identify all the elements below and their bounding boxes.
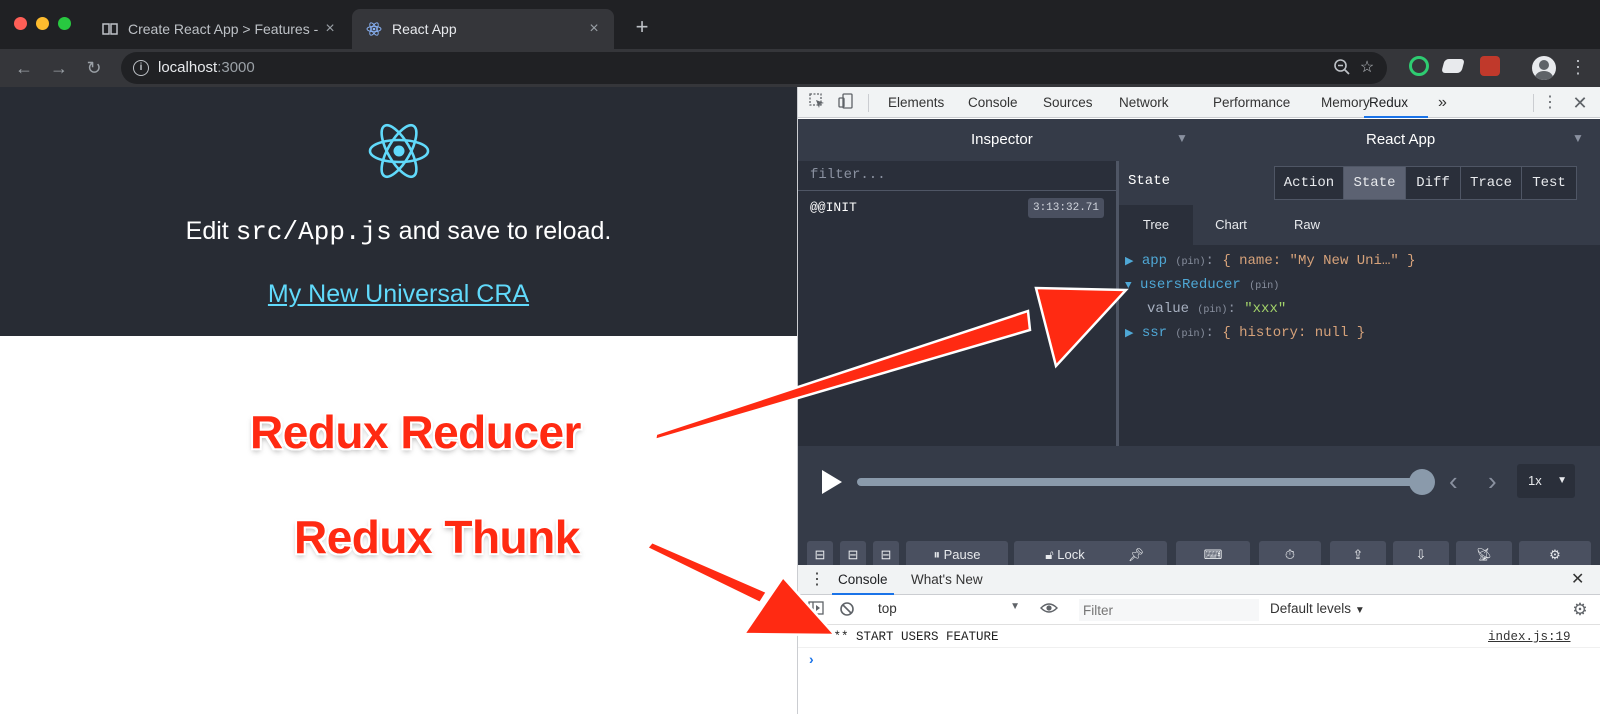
arrow-to-reducer xyxy=(653,286,1129,442)
annotation-arrows xyxy=(645,286,1129,637)
annotation-redux-reducer: Redux Reducer xyxy=(250,406,581,458)
annotation-redux-thunk: Redux Thunk xyxy=(294,511,580,563)
arrow-to-thunk xyxy=(645,540,838,637)
